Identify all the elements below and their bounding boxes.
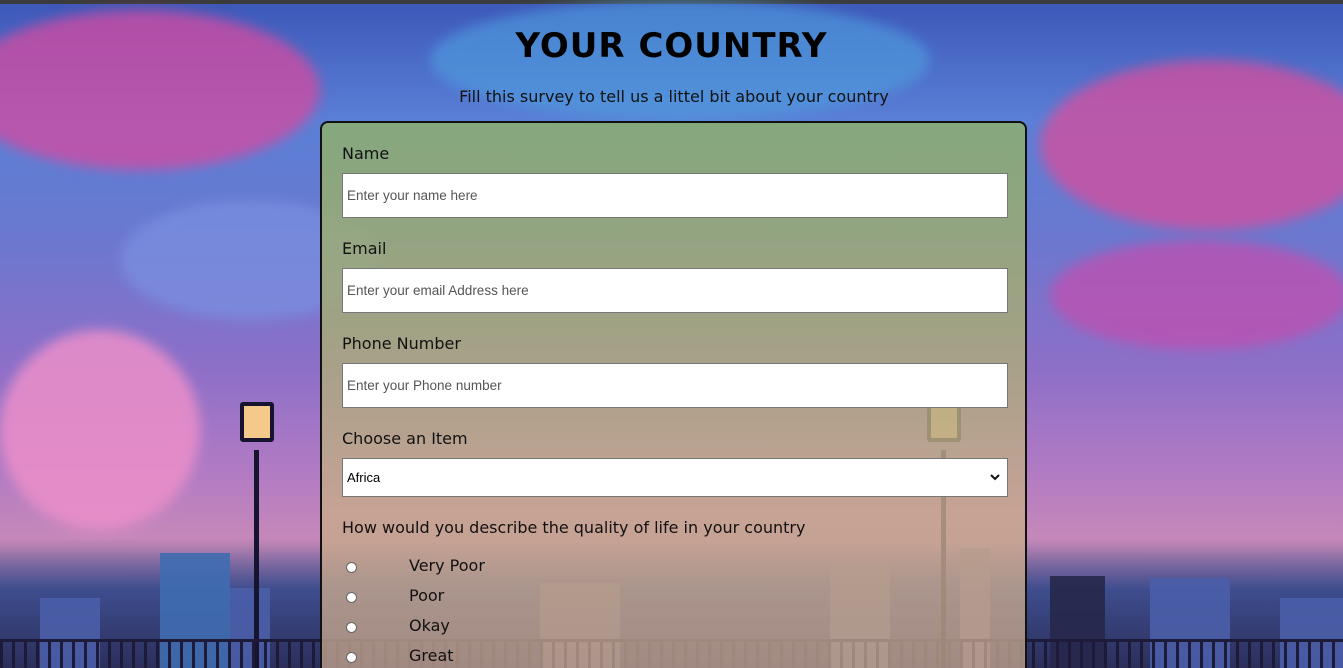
radio-button[interactable] bbox=[346, 621, 357, 633]
survey-form: Name Email Phone Number Choose an Item A… bbox=[320, 121, 1027, 668]
name-label: Name bbox=[342, 144, 390, 163]
radio-option-great[interactable]: Great bbox=[346, 645, 454, 668]
radio-button[interactable] bbox=[346, 651, 357, 663]
item-label: Choose an Item bbox=[342, 429, 468, 448]
quality-question: How would you describe the quality of li… bbox=[342, 518, 806, 537]
radio-button[interactable] bbox=[346, 561, 357, 573]
radio-option-okay[interactable]: Okay bbox=[346, 615, 450, 639]
phone-label: Phone Number bbox=[342, 334, 461, 353]
email-label: Email bbox=[342, 239, 387, 258]
radio-label: Poor bbox=[409, 586, 445, 605]
radio-option-very-poor[interactable]: Very Poor bbox=[346, 555, 485, 579]
item-select[interactable]: Africa bbox=[342, 458, 1008, 497]
radio-label: Great bbox=[409, 646, 454, 665]
page-subtitle: Fill this survey to tell us a littel bit… bbox=[459, 87, 889, 106]
radio-option-poor[interactable]: Poor bbox=[346, 585, 444, 609]
item-select-value: Africa bbox=[347, 470, 381, 485]
radio-label: Okay bbox=[409, 616, 450, 635]
name-input[interactable] bbox=[342, 173, 1008, 218]
radio-button[interactable] bbox=[346, 591, 357, 603]
chevron-down-icon bbox=[990, 474, 1000, 481]
page-title: YOUR COUNTRY bbox=[515, 26, 828, 66]
email-input[interactable] bbox=[342, 268, 1008, 313]
radio-label: Very Poor bbox=[409, 556, 485, 575]
phone-input[interactable] bbox=[342, 363, 1008, 408]
